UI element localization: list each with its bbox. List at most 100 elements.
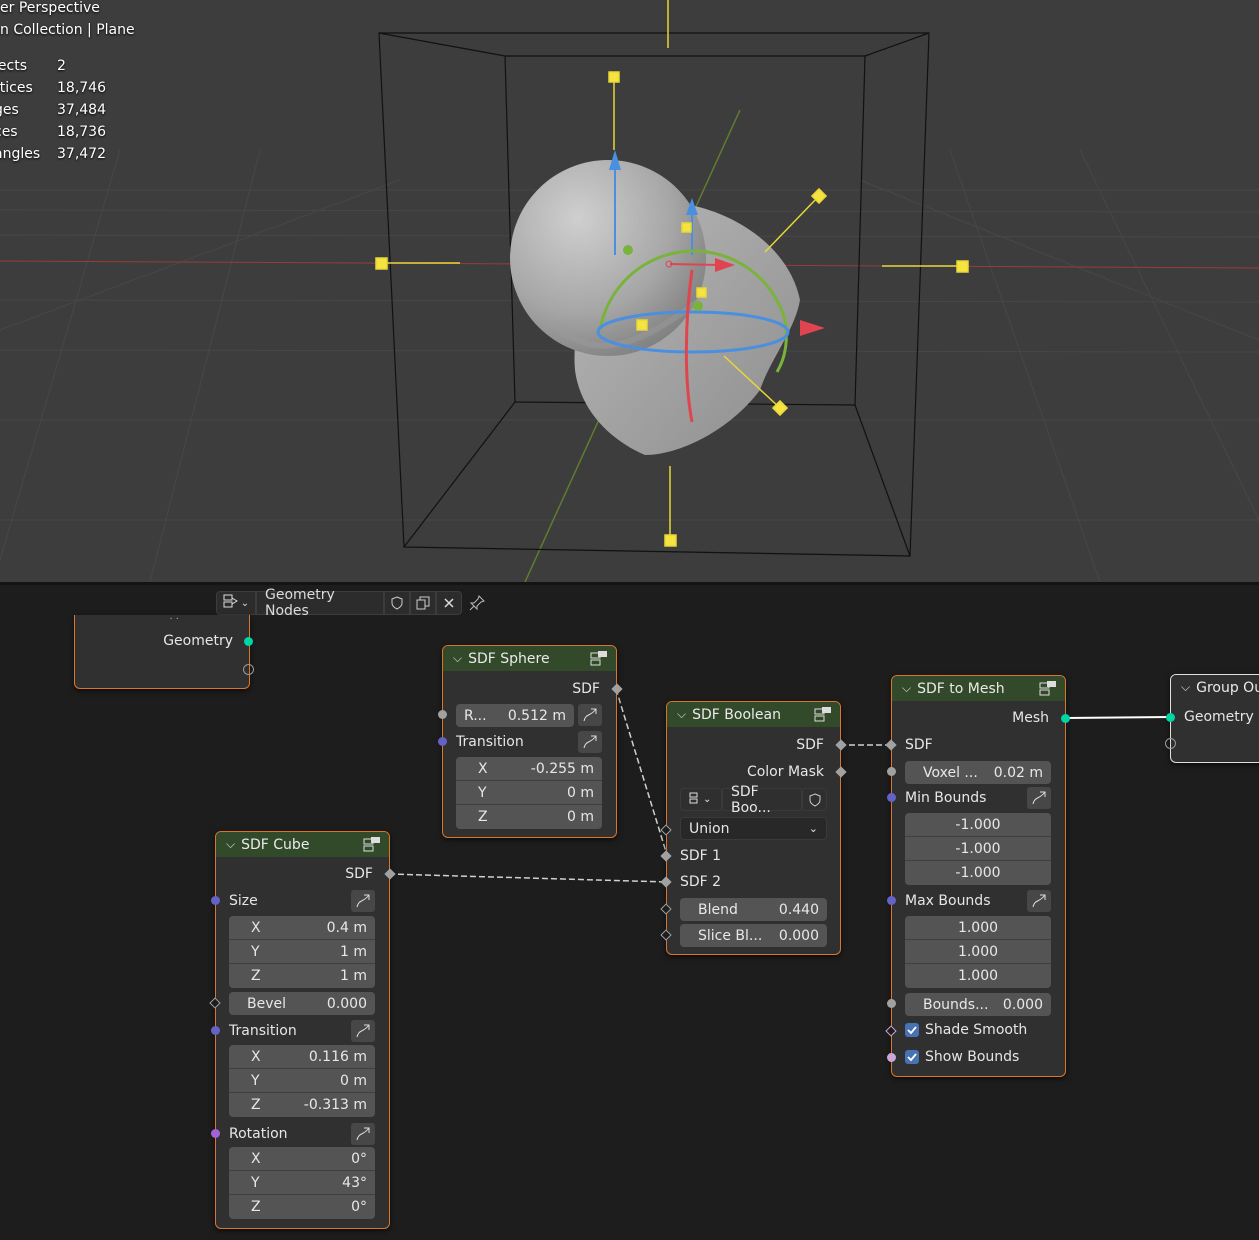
min-z-field[interactable]: -1.000	[905, 861, 1051, 885]
chevron-down-icon[interactable]: ⌵	[226, 837, 235, 852]
sdf-sphere-header[interactable]: ⌵ SDF Sphere	[443, 646, 616, 671]
boolean-blend-field[interactable]: Blend 0.440	[680, 898, 827, 921]
group-input-node[interactable]: . . Geometry	[74, 611, 254, 689]
y-value: 43°	[342, 1174, 367, 1191]
shade-smooth-checkbox[interactable]: Shade Smooth	[905, 1019, 1027, 1041]
subgroup-name-field[interactable]: SDF Boo...	[722, 784, 802, 816]
cube-size-socket[interactable]	[211, 896, 220, 905]
max-x-field[interactable]: 1.000	[905, 916, 1051, 940]
node-group-icon[interactable]	[363, 836, 381, 852]
cube-r-z-field[interactable]: Z 0°	[229, 1195, 375, 1219]
group-output-geometry-socket[interactable]	[1166, 713, 1175, 722]
min-bounds-socket[interactable]	[887, 793, 896, 802]
3d-viewport[interactable]: er Perspective n Collection | Plane ject…	[0, 0, 1259, 582]
fake-user-shield-icon[interactable]	[384, 591, 410, 615]
cube-size-z-field[interactable]: Z 1 m	[229, 964, 375, 988]
cube-transition-vector[interactable]: X 0.116 m Y 0 m Z -0.313 m	[229, 1045, 375, 1117]
sdf-cube-title: SDF Cube	[241, 836, 310, 853]
x-label: X	[251, 1150, 261, 1167]
cube-size-vector[interactable]: X 0.4 m Y 1 m Z 1 m	[229, 916, 375, 988]
sdf-boolean-node[interactable]: ⌵ SDF Boolean SDF Color Mask ⌄ SDF Boo..…	[660, 701, 847, 955]
cube-t-x-field[interactable]: X 0.116 m	[229, 1045, 375, 1069]
min-bounds-vector[interactable]: -1.000 -1.000 -1.000	[905, 813, 1051, 885]
show-bounds-socket[interactable]	[887, 1053, 896, 1062]
tree-type-dropdown[interactable]: ⌄	[216, 591, 256, 615]
cube-bevel-field[interactable]: Bevel 0.000	[229, 992, 375, 1015]
cube-rotation-vector[interactable]: X 0° Y 43° Z 0°	[229, 1147, 375, 1219]
node-group-icon[interactable]	[590, 650, 608, 666]
mesh-out-socket[interactable]	[1061, 714, 1070, 723]
min-y-field[interactable]: -1.000	[905, 837, 1051, 861]
cube-size-y-field[interactable]: Y 1 m	[229, 940, 375, 964]
y-label: Y	[251, 943, 260, 960]
group-output-header[interactable]: ⌵ Group Ou	[1171, 675, 1259, 700]
operation-dropdown[interactable]: Union ⌄	[680, 817, 827, 840]
group-output-node[interactable]: ⌵ Group Ou Geometry	[1165, 674, 1259, 763]
curve-toggle-icon[interactable]	[578, 731, 602, 753]
cube-t-z-field[interactable]: Z -0.313 m	[229, 1093, 375, 1117]
curve-toggle-icon[interactable]	[578, 704, 602, 726]
sdf-sphere-node[interactable]: ⌵ SDF Sphere SDF R... 0.512 m Transition…	[438, 645, 623, 838]
show-bounds-checkbox[interactable]: Show Bounds	[905, 1046, 1019, 1068]
sphere-radius-socket[interactable]	[438, 710, 447, 719]
chevron-down-icon[interactable]: ⌵	[453, 651, 462, 666]
sdf-sphere-title: SDF Sphere	[468, 650, 550, 667]
cube-size-x-field[interactable]: X 0.4 m	[229, 916, 375, 940]
subgroup-type-dropdown[interactable]: ⌄	[680, 788, 722, 811]
sphere-z-field[interactable]: Z 0 m	[456, 805, 602, 829]
curve-toggle-icon[interactable]	[1027, 787, 1051, 809]
boolean-sdf1-label: SDF 1	[680, 848, 722, 864]
duplicate-icon[interactable]	[410, 591, 436, 615]
group-input-geometry-socket[interactable]	[244, 637, 253, 646]
node-tree-selector[interactable]: ⌄ Geometry Nodes	[216, 587, 492, 619]
fake-user-shield-icon[interactable]	[802, 788, 827, 811]
max-bounds-vector[interactable]: 1.000 1.000 1.000	[905, 916, 1051, 988]
stat-objects-value: 2	[57, 58, 66, 74]
cube-t-y-field[interactable]: Y 0 m	[229, 1069, 375, 1093]
sdf-cube-node[interactable]: ⌵ SDF Cube SDF Size X 0.4 m Y 1 m Z 1 m Bev…	[209, 831, 396, 1229]
boolean-slice-blend-field[interactable]: Slice Bl... 0.000	[680, 924, 827, 947]
chevron-down-icon[interactable]: ⌵	[1181, 680, 1190, 695]
curve-toggle-icon[interactable]	[1027, 890, 1051, 912]
stat-objects-label: jects	[0, 58, 27, 74]
max-y-field[interactable]: 1.000	[905, 940, 1051, 964]
cube-transition-socket[interactable]	[211, 1026, 220, 1035]
node-group-icon[interactable]	[814, 706, 832, 722]
sdf-boolean-header[interactable]: ⌵ SDF Boolean	[667, 702, 840, 727]
min-x-field[interactable]: -1.000	[905, 813, 1051, 837]
group-output-empty-socket[interactable]	[1165, 738, 1176, 749]
sphere-transition-vector[interactable]: X -0.255 m Y 0 m Z 0 m	[456, 757, 602, 829]
sdf-mesh[interactable]	[510, 160, 800, 455]
curve-toggle-icon[interactable]	[351, 890, 375, 912]
viewport-scene[interactable]	[0, 0, 1259, 582]
sdf-cube-header[interactable]: ⌵ SDF Cube	[216, 832, 389, 857]
group-input-empty-socket[interactable]	[243, 664, 254, 675]
chevron-down-icon[interactable]: ⌵	[677, 707, 686, 722]
cube-r-y-field[interactable]: Y 43°	[229, 1171, 375, 1195]
tree-name-field[interactable]: Geometry Nodes	[256, 587, 384, 619]
sdf-to-mesh-header[interactable]: ⌵ SDF to Mesh	[892, 676, 1065, 701]
sdf-to-mesh-node[interactable]: ⌵ SDF to Mesh Mesh SDF Voxel ... 0.02 m …	[885, 675, 1070, 1077]
y-value: 1 m	[340, 943, 367, 960]
max-z-field[interactable]: 1.000	[905, 964, 1051, 988]
bounds-socket[interactable]	[887, 999, 896, 1008]
sphere-x-field[interactable]: X -0.255 m	[456, 757, 602, 781]
pin-icon[interactable]	[462, 591, 492, 615]
z-label: Z	[251, 1097, 261, 1113]
node-group-icon[interactable]	[1039, 680, 1057, 696]
sphere-transition-socket[interactable]	[438, 737, 447, 746]
sphere-y-field[interactable]: Y 0 m	[456, 781, 602, 805]
curve-toggle-icon[interactable]	[351, 1123, 375, 1145]
curve-toggle-icon[interactable]	[351, 1020, 375, 1042]
cube-rotation-socket[interactable]	[211, 1129, 220, 1138]
voxel-size-field[interactable]: Voxel ... 0.02 m	[905, 761, 1051, 784]
cube-transition-label: Transition	[229, 1023, 297, 1039]
close-icon[interactable]	[436, 591, 462, 615]
cube-r-x-field[interactable]: X 0°	[229, 1147, 375, 1171]
chevron-down-icon[interactable]: ⌵	[902, 681, 911, 696]
bounds-field[interactable]: Bounds... 0.000	[905, 993, 1051, 1016]
sphere-radius-field[interactable]: R... 0.512 m	[456, 704, 574, 727]
cube-size-label: Size	[229, 893, 258, 909]
voxel-socket[interactable]	[887, 767, 896, 776]
max-bounds-socket[interactable]	[887, 896, 896, 905]
